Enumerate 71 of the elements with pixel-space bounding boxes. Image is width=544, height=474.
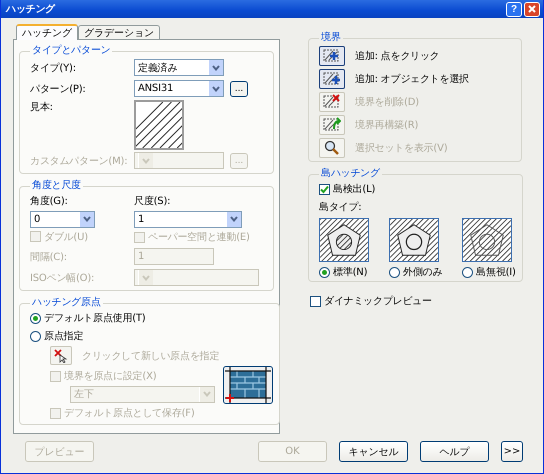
action-label: 選択セットを表示(V) bbox=[355, 142, 448, 155]
browse-button[interactable]: ... bbox=[230, 80, 248, 97]
field-label: 見本: bbox=[30, 100, 54, 114]
pick-origin-label: クリックして新しい原点を指定 bbox=[82, 350, 220, 363]
field-label: ISOペン幅(O): bbox=[30, 272, 96, 285]
caret-icon bbox=[199, 386, 214, 402]
boundary-button[interactable] bbox=[319, 46, 345, 66]
field-label: 角度(G): bbox=[30, 194, 69, 208]
radio-button[interactable] bbox=[389, 266, 400, 278]
close-icon bbox=[528, 5, 536, 14]
radio-label: デフォルト原点使用(T) bbox=[44, 312, 146, 326]
group-title: ハッチング原点 bbox=[31, 297, 102, 310]
brick-wall-icon bbox=[225, 367, 271, 404]
action-label: 追加: 点をクリック bbox=[355, 50, 440, 63]
checkbox-label: 境界を原点に設定(X) bbox=[64, 370, 156, 384]
caret-icon bbox=[208, 60, 223, 76]
group-title: 角度と尺度 bbox=[31, 180, 82, 192]
field-label: 間隔(C): bbox=[30, 250, 68, 264]
window-title: ハッチング bbox=[6, 3, 56, 16]
radio-button[interactable] bbox=[462, 266, 474, 278]
close-button[interactable] bbox=[524, 2, 540, 17]
field-label: パターン(P): bbox=[30, 82, 87, 96]
help-button[interactable]: ? bbox=[506, 2, 522, 17]
hatch-cross-icon bbox=[323, 94, 341, 110]
action-label: 境界を削除(D) bbox=[355, 96, 419, 109]
caret-icon bbox=[138, 270, 153, 286]
tab[interactable]: ハッチング bbox=[16, 24, 78, 40]
dialog-button[interactable]: キャンセル bbox=[339, 441, 408, 462]
cursor-cross-icon bbox=[54, 348, 68, 363]
boundary-button[interactable] bbox=[319, 68, 345, 89]
checkbox-label: ダイナミックプレビュー bbox=[324, 294, 432, 308]
group-title: 境界 bbox=[320, 32, 342, 44]
island-style-button[interactable] bbox=[319, 218, 369, 262]
checkbox-label: 島検出(L) bbox=[333, 182, 376, 196]
dropdown[interactable]: 定義済み bbox=[134, 59, 224, 76]
action-label: 追加: オブジェクトを選択 bbox=[355, 72, 469, 86]
checkbox[interactable] bbox=[319, 184, 330, 195]
field-label: カスタムパターン(M): bbox=[30, 154, 128, 168]
field-label: タイプ(Y): bbox=[30, 62, 77, 75]
radio-label: 島無視(I) bbox=[476, 266, 516, 280]
pick-origin-button[interactable] bbox=[50, 346, 72, 366]
origin-preview-button[interactable] bbox=[223, 366, 273, 404]
hatch-plus-icon bbox=[323, 48, 341, 64]
dialog-button[interactable]: >> bbox=[501, 441, 523, 462]
hatch-swatch bbox=[134, 100, 184, 150]
tab[interactable]: グラデーション bbox=[78, 25, 160, 40]
dialog-button[interactable]: ヘルプ bbox=[420, 441, 489, 462]
radio-label: 外側のみ bbox=[403, 266, 442, 280]
search-icon bbox=[323, 140, 341, 156]
checkbox-label: ダブル(U) bbox=[44, 230, 88, 244]
caret-icon bbox=[226, 212, 241, 227]
island-style-button[interactable] bbox=[462, 218, 512, 262]
checkbox-label: ペーパー空間と連動(E) bbox=[148, 230, 250, 244]
checkbox-label: デフォルト原点として保存(F) bbox=[64, 406, 195, 420]
field-label: 尺度(S): bbox=[134, 194, 170, 208]
caret-icon bbox=[208, 81, 223, 96]
group-title: タイプとパターン bbox=[31, 45, 112, 58]
caret-icon bbox=[138, 153, 153, 168]
dropdown[interactable]: 0 bbox=[30, 210, 95, 228]
caret-icon bbox=[79, 212, 94, 227]
radio-button[interactable] bbox=[319, 266, 330, 278]
action-label: 境界再構築(R) bbox=[355, 118, 418, 132]
field-label: 島タイプ: bbox=[319, 200, 362, 214]
radio-label: 標準(N) bbox=[333, 266, 368, 280]
dropdown[interactable]: ANSI31 bbox=[134, 80, 224, 98]
checkbox[interactable] bbox=[310, 296, 321, 307]
group-title: 島ハッチング bbox=[320, 168, 381, 180]
dropdown[interactable]: 1 bbox=[134, 210, 242, 228]
radio-label: 原点指定 bbox=[44, 330, 84, 344]
hatch-plus-icon bbox=[323, 71, 341, 86]
island-style-button[interactable] bbox=[389, 218, 439, 262]
